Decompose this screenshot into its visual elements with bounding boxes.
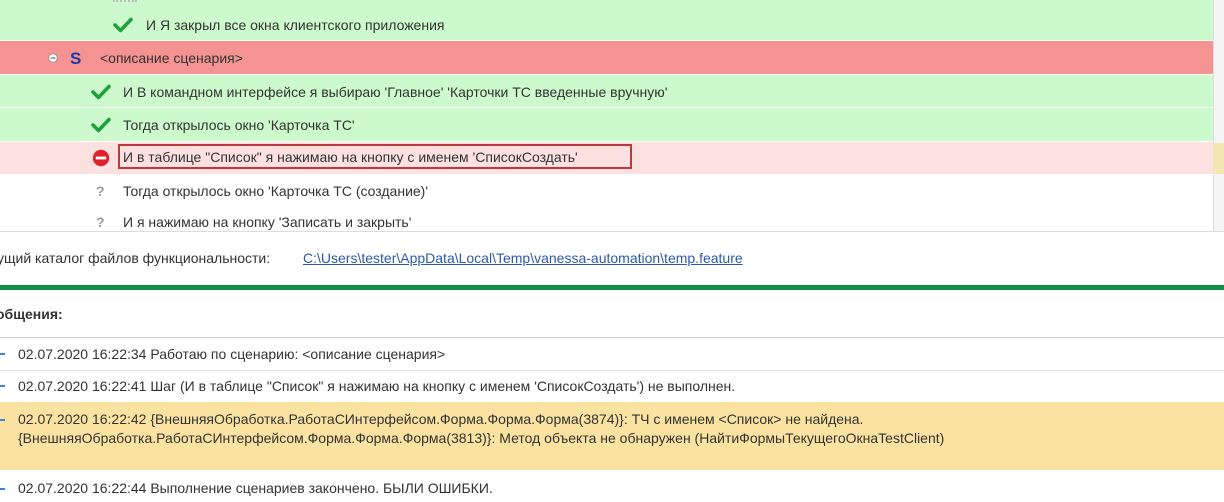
step-text: Тогда открылось окно 'Карточка ТС' — [123, 117, 355, 133]
pending-step-row[interactable]: ? Тогда открылось окно 'Карточка ТС (соз… — [0, 175, 1213, 208]
section-divider — [0, 285, 1224, 290]
question-icon: ? — [96, 183, 105, 199]
check-icon — [91, 84, 111, 100]
step-text: Тогда открылось окно 'Карточка ТС (созда… — [123, 183, 429, 199]
message-text: 02.07.2020 16:22:34 Работаю по сценарию:… — [18, 346, 446, 362]
feature-path-link[interactable]: C:\Users\tester\AppData\Local\Temp\vanes… — [303, 250, 743, 266]
vertical-scrollbar[interactable] — [1213, 0, 1224, 232]
partial-step-remnant — [113, 0, 137, 4]
message-item[interactable]: 02.07.2020 16:22:41 Шаг (И в таблице "Сп… — [0, 371, 1224, 402]
message-bullet-icon — [0, 353, 5, 355]
step-text: И я нажимаю на кнопку 'Записать и закрыт… — [123, 214, 412, 230]
step-row[interactable]: Тогда открылось окно 'Карточка ТС' — [0, 108, 1213, 142]
scenario-title: <описание сценария> — [100, 50, 243, 66]
step-text: И в таблице "Список" я нажимаю на кнопку… — [123, 149, 578, 165]
feature-path-label: ущий каталог файлов функциональности: — [0, 250, 271, 266]
error-icon — [92, 149, 110, 167]
message-bullet-icon — [0, 488, 5, 490]
failed-step-row[interactable]: И в таблице "Список" я нажимаю на кнопку… — [0, 142, 1213, 175]
collapse-minus-icon[interactable] — [48, 53, 58, 63]
step-text: И Я закрыл все окна клиентского приложен… — [146, 17, 445, 33]
question-icon: ? — [96, 214, 105, 230]
message-bullet-icon — [0, 385, 5, 387]
message-text-continuation: {ВнешняяОбработка.РаботаСИнтерфейсом.Фор… — [18, 430, 945, 446]
message-item[interactable]: 02.07.2020 16:22:44 Выполнение сценариев… — [0, 470, 1224, 502]
messages-header: общения: — [0, 306, 63, 322]
step-row[interactable]: И В командном интерфейсе я выбираю 'Глав… — [0, 75, 1213, 108]
step-text: И В командном интерфейсе я выбираю 'Глав… — [123, 84, 668, 100]
warning-message-item[interactable]: 02.07.2020 16:22:42 {ВнешняяОбработка.Ра… — [0, 402, 1224, 470]
scenario-row[interactable]: S <описание сценария> — [0, 41, 1213, 75]
check-icon — [91, 117, 111, 133]
scrollbar-error-marker — [1213, 143, 1224, 174]
message-text: 02.07.2020 16:22:44 Выполнение сценариев… — [18, 480, 493, 496]
message-text: 02.07.2020 16:22:42 {ВнешняяОбработка.Ра… — [18, 411, 864, 427]
divider — [0, 231, 1224, 232]
step-row[interactable]: И Я закрыл все окна клиентского приложен… — [0, 9, 1213, 41]
message-item[interactable]: 02.07.2020 16:22:34 Работаю по сценарию:… — [0, 338, 1224, 371]
message-bullet-icon — [0, 419, 5, 421]
check-icon — [113, 17, 133, 33]
pending-step-row[interactable]: ? И я нажимаю на кнопку 'Записать и закр… — [0, 208, 1213, 231]
scenario-marker-icon: S — [70, 49, 82, 68]
message-text: 02.07.2020 16:22:41 Шаг (И в таблице "Сп… — [18, 378, 736, 394]
